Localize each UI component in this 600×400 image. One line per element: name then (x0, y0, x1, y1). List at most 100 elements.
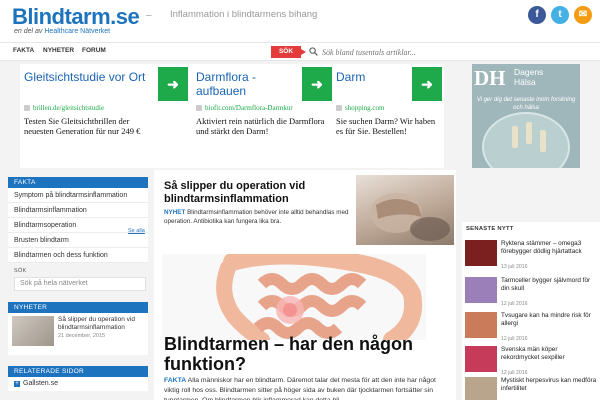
sidebar-item-inflammation[interactable]: Blindtarmsinflammation (8, 203, 148, 218)
logo-subtitle: en del av Healthcare Nätverket (14, 28, 110, 35)
tagline-dash: – (146, 10, 152, 21)
arrow-right-icon[interactable]: ➜ (412, 67, 442, 101)
ad-strip: Gleitsichtstudie vor Ort ➜ brillen.de/gl… (20, 64, 444, 168)
news-item-date: 12 juli 2016 (501, 370, 528, 376)
search-input[interactable] (322, 45, 512, 59)
latest-news-header: SENASTE NYTT (466, 226, 514, 232)
plus-icon: + (14, 381, 20, 387)
favicon-icon (24, 105, 30, 111)
sample-tube-image (540, 130, 546, 152)
news-thumbnail[interactable] (465, 312, 497, 338)
dagens-halsa-ad[interactable]: DH Dagens Hälsa Vi ger dig det senaste i… (472, 64, 580, 168)
ad-description: Sie suchen Darm? Wir haben es für Sie. B… (336, 116, 436, 136)
feature-body: NYHET Blindtarmsinflammation behöver int… (164, 209, 354, 226)
twitter-icon[interactable]: t (551, 6, 569, 24)
news-title[interactable]: Så slipper du operation vid blindtarmsin… (58, 316, 146, 332)
dh-logo: DH (474, 66, 506, 90)
sidebar-item-symptom[interactable]: Symptom på blindtarmsinflammation (8, 188, 148, 203)
favicon-icon (336, 105, 342, 111)
abdomen-photo (370, 193, 450, 241)
ad-url[interactable]: brillen.de/gleitsichtstudie (24, 104, 104, 112)
news-item-date: 12 juli 2016 (501, 336, 528, 342)
list-item[interactable]: Tvsugare kan ha mindre risk för allergi … (465, 312, 599, 342)
news-thumbnail[interactable] (465, 277, 497, 303)
list-item[interactable]: Ryktena stämmer – omega3 förebygger dödl… (465, 240, 599, 270)
article-tag: FAKTA (164, 377, 187, 384)
sidebar-item-operation[interactable]: Blindtarmsoperation (8, 218, 148, 233)
news-thumbnail[interactable] (465, 377, 497, 400)
dh-name-line2: Hälsa (514, 77, 536, 87)
nav-item-forum[interactable]: FORUM (82, 47, 106, 54)
logo-sub-brand[interactable]: Healthcare Nätverket (44, 28, 110, 35)
sample-tube-image (512, 126, 518, 148)
dh-name-line1: Dagens (514, 67, 544, 77)
sidebar-item-funktion[interactable]: Blindtarmen och dess funktion (8, 248, 148, 263)
ad-gleitsicht[interactable]: Gleitsichtstudie vor Ort ➜ brillen.de/gl… (20, 64, 190, 168)
sidebar-search-input[interactable]: Sök på hela nätverket (14, 277, 146, 291)
feature-text: Blindtarmsinflammation behöver inte allt… (164, 209, 349, 225)
ad-url-text: shopping.com (345, 104, 385, 112)
ad-title[interactable]: Darmflora - aufbauen (196, 70, 286, 98)
main-nav: FAKTA NYHETER FORUM SÖK (0, 42, 600, 61)
article-text: Alla människor har en blindtarm. Däremot… (164, 377, 436, 400)
ad-description: Testen Sie Gleitsichtbrillen der neueste… (24, 116, 141, 136)
ad-description: Aktiviert rein natürlich die Darmflora u… (196, 116, 325, 136)
related-header: RELATERADE SIDOR (8, 366, 148, 377)
ad-darmflora[interactable]: Darmflora - aufbauen ➜ biofit.com/Darmfl… (192, 64, 334, 168)
news-item-title[interactable]: Mystiskt herpesvirus kan medföra inferti… (501, 377, 597, 393)
news-date: 21 december, 2015 (58, 333, 106, 339)
related-item[interactable]: + Gallsten.se (8, 377, 148, 391)
ad-darm[interactable]: Darm ➜ shopping.com Sie suchen Darm? Wir… (332, 64, 444, 168)
news-item-title[interactable]: Svenska män köper rekordmycket sexpiller (501, 346, 597, 362)
news-item-date: 12 juli 2016 (501, 301, 528, 307)
site-header: Blindtarm.se en del av Healthcare Nätver… (0, 0, 600, 42)
site-tagline: Inflammation i blindtarmens bihang (170, 9, 318, 20)
feature-image[interactable] (356, 175, 454, 245)
news-item-title[interactable]: Tarmceller bygger självmord för din skul… (501, 277, 597, 293)
sidebar-news-box: NYHETER Så slipper du operation vid blin… (8, 302, 148, 355)
search-tag: SÖK (271, 46, 306, 58)
ad-url-text: biofit.com/Darmflora-Darmkur (205, 104, 293, 112)
arrow-right-icon[interactable]: ➜ (158, 67, 188, 101)
ad-title[interactable]: Gleitsichtstudie vor Ort (24, 70, 162, 84)
article-title[interactable]: Blindtarmen – har den någon funktion? (164, 334, 444, 374)
news-item-title[interactable]: Ryktena stämmer – omega3 förebygger dödl… (501, 240, 597, 256)
logo-sub-prefix: en del av (14, 28, 43, 35)
favicon-icon (196, 105, 202, 111)
nav-item-fakta[interactable]: FAKTA (13, 47, 34, 54)
news-thumbnail[interactable] (465, 346, 497, 372)
ad-url[interactable]: shopping.com (336, 104, 384, 112)
sample-tube-image (526, 122, 532, 144)
mail-icon[interactable]: ✉ (574, 6, 592, 24)
latest-news: SENASTE NYTT Ryktena stämmer – omega3 fö… (462, 222, 600, 400)
search-icon[interactable] (309, 47, 318, 56)
site-logo[interactable]: Blindtarm.se (12, 4, 140, 30)
feature-tag: NYHET (164, 209, 186, 216)
main-content: Så slipper du operation vid blindtarmsin… (154, 170, 456, 400)
see-all-link[interactable]: Se alla (128, 228, 145, 234)
news-thumbnail[interactable] (465, 240, 497, 266)
sidebar-item-brusten[interactable]: Brusten blindtarm (8, 233, 148, 248)
intestine-illustration[interactable] (162, 254, 426, 340)
facebook-icon[interactable]: f (528, 6, 546, 24)
nav-item-nyheter[interactable]: NYHETER (43, 47, 74, 54)
ad-url-text: brillen.de/gleitsichtstudie (33, 104, 104, 112)
dh-slogan: Vi ger dig det senaste inom forskning oc… (476, 97, 576, 111)
intestine-image (162, 254, 426, 340)
feature-title[interactable]: Så slipper du operation vid blindtarmsin… (164, 180, 349, 206)
article-body: FAKTA Alla människor har en blindtarm. D… (164, 376, 449, 400)
fakta-header: FAKTA (8, 177, 148, 188)
list-item[interactable]: Svenska män köper rekordmycket sexpiller… (465, 346, 599, 376)
ad-title[interactable]: Darm (336, 70, 406, 84)
related-box: RELATERADE SIDOR + Gallsten.se (8, 366, 148, 391)
news-item-date: 13 juli 2016 (501, 264, 528, 270)
related-item-label: Gallsten.se (23, 380, 59, 387)
list-item[interactable]: Mystiskt herpesvirus kan medföra inferti… (465, 377, 599, 400)
news-thumbnail[interactable] (12, 316, 54, 346)
left-sidebar: FAKTA Symptom på blindtarmsinflammation … (8, 177, 148, 391)
news-item-title[interactable]: Tvsugare kan ha mindre risk för allergi (501, 312, 597, 328)
news-header: NYHETER (8, 302, 148, 313)
ad-url[interactable]: biofit.com/Darmflora-Darmkur (196, 104, 293, 112)
arrow-right-icon[interactable]: ➜ (302, 67, 332, 101)
list-item[interactable]: Tarmceller bygger självmord för din skul… (465, 277, 599, 307)
